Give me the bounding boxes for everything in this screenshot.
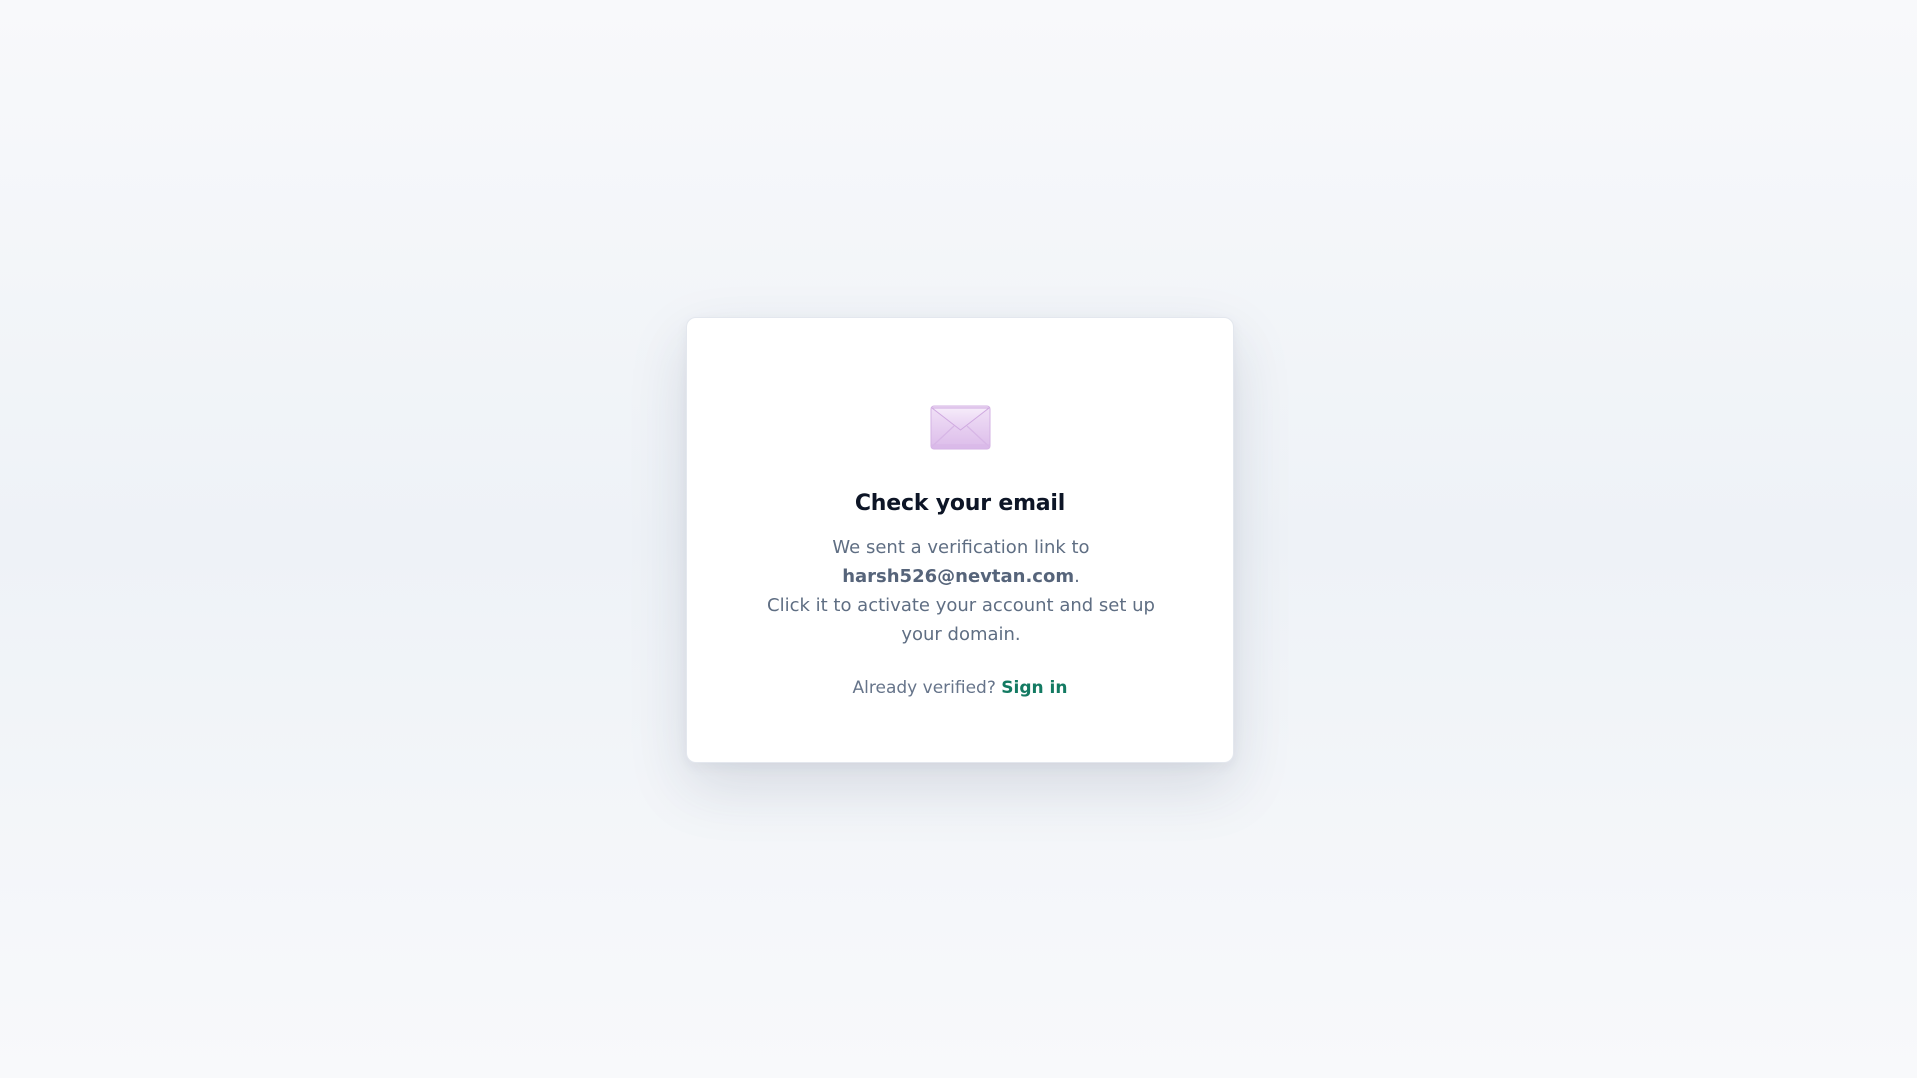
- sign-in-link[interactable]: Sign in: [1001, 678, 1067, 698]
- signin-prompt: Already verified? Sign in: [687, 678, 1233, 698]
- message-period: .: [1074, 566, 1080, 587]
- message-prefix: We sent a verification link to: [832, 537, 1090, 558]
- verification-card: Check your email We sent a verification …: [686, 317, 1234, 763]
- email-address: harsh526@nevtan.com: [842, 566, 1075, 587]
- already-verified-text: Already verified?: [852, 678, 996, 698]
- verification-message: We sent a verification link to harsh526@…: [747, 533, 1175, 649]
- envelope-icon: [930, 405, 991, 450]
- page-title: Check your email: [854, 491, 1066, 516]
- message-instruction: Click it to activate your account and se…: [767, 595, 1155, 645]
